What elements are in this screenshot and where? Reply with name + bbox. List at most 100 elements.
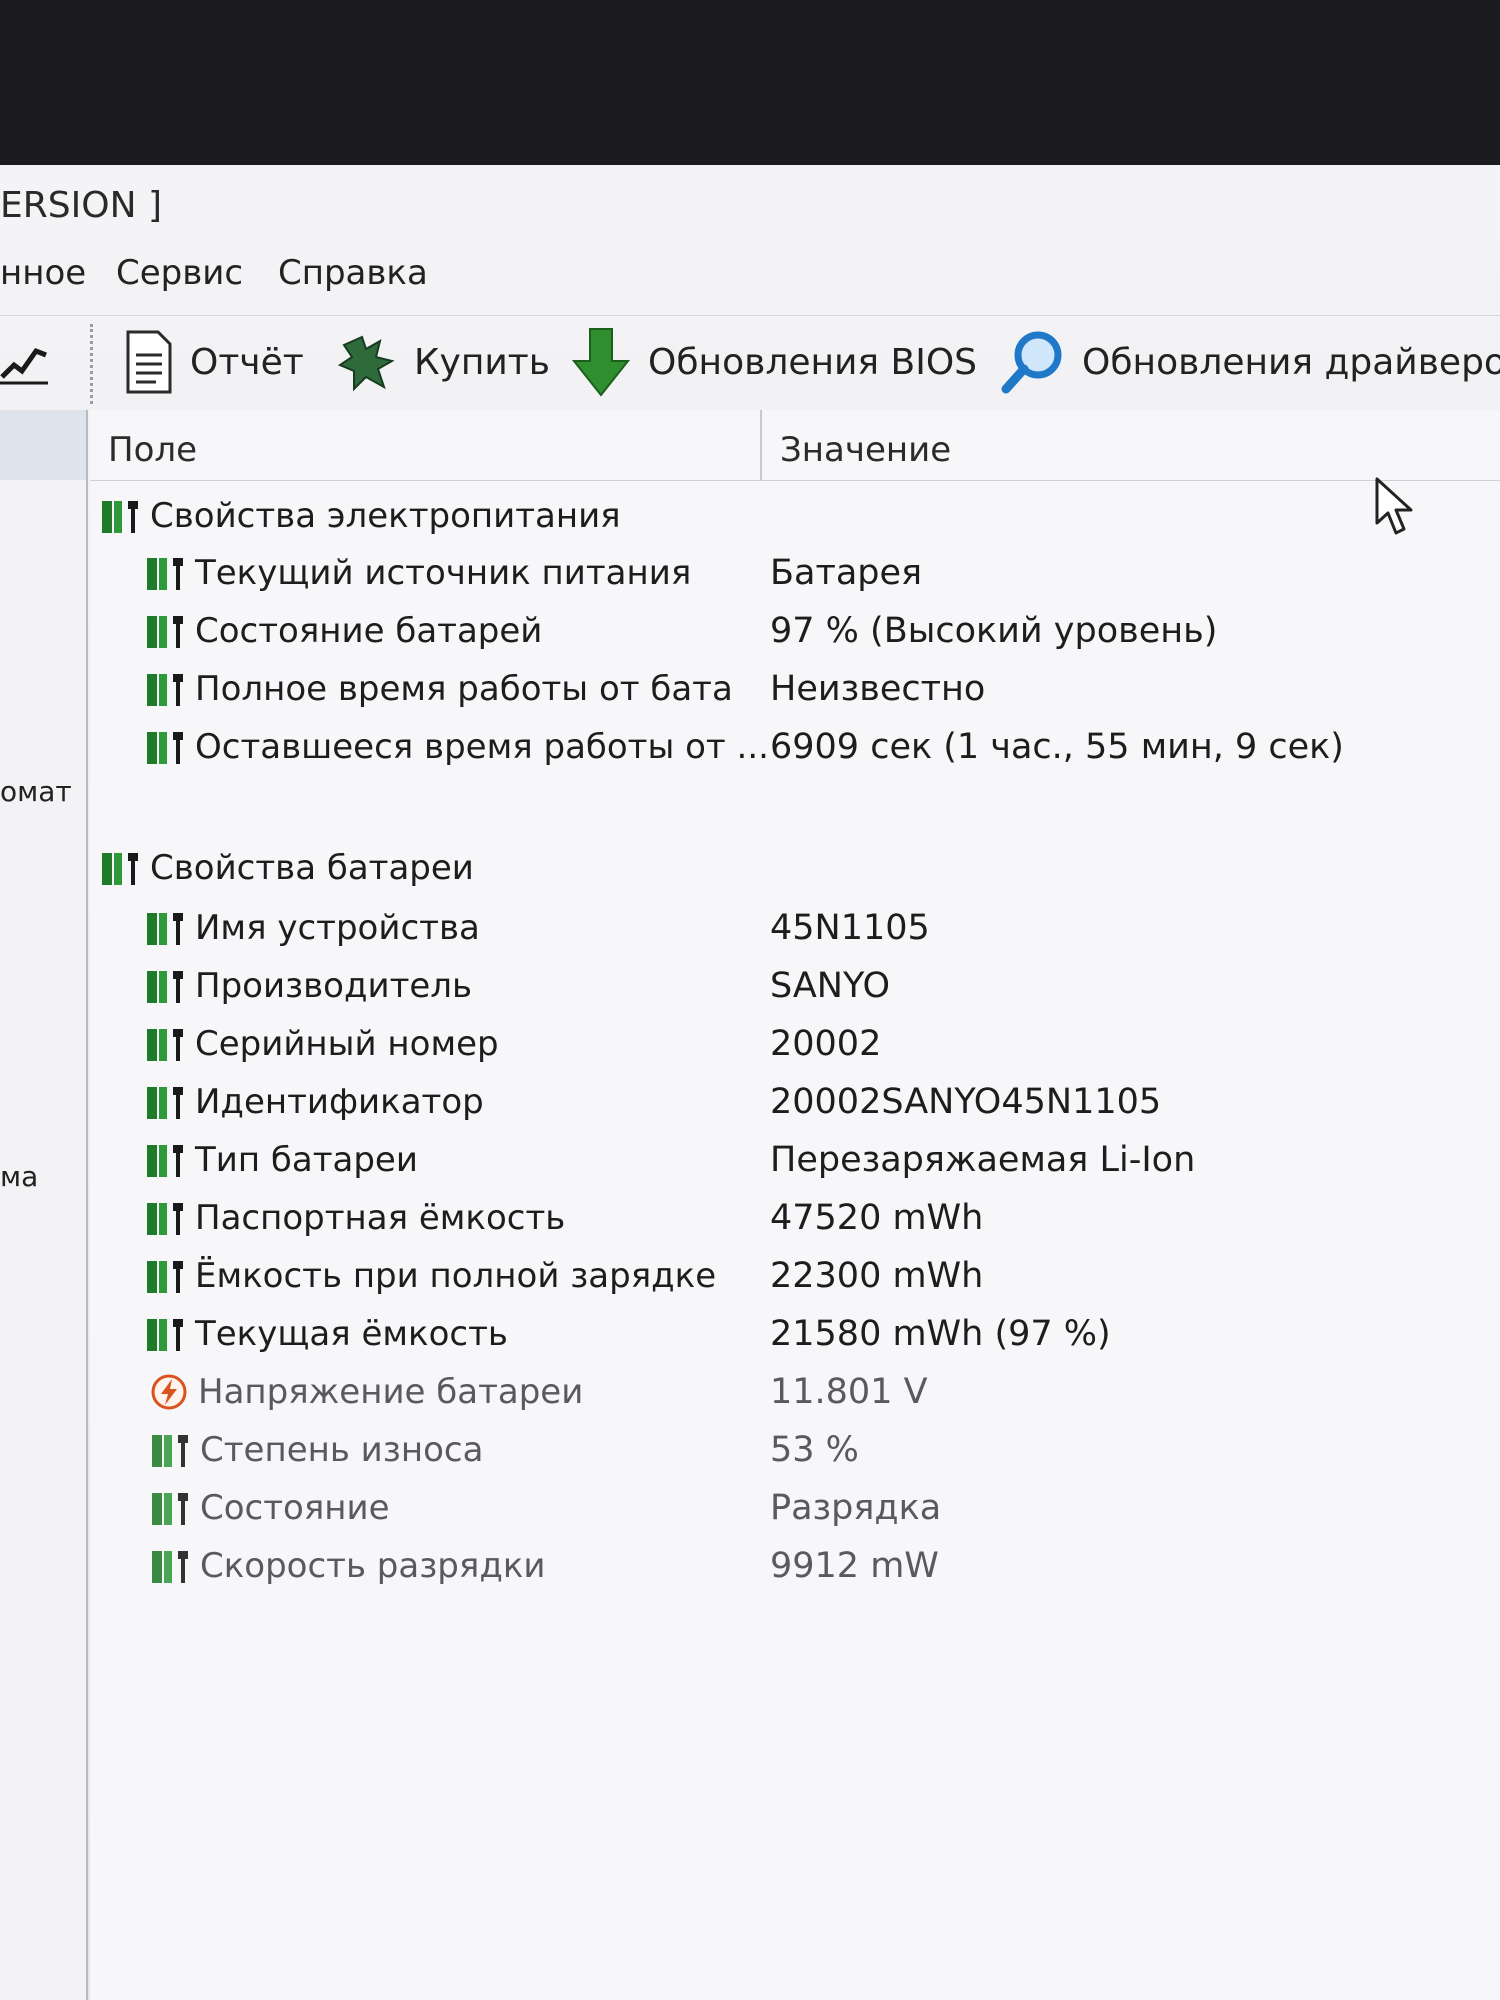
battery-plug-icon	[147, 674, 183, 706]
battery-plug-icon	[147, 913, 183, 945]
field-value: Разрядка	[770, 1488, 942, 1528]
table-row[interactable]: Имя устройства 45N1105	[90, 900, 1500, 956]
magnifier-icon	[1001, 331, 1062, 394]
battery-plug-icon	[102, 501, 138, 533]
group-title: Свойства батареи	[150, 848, 474, 888]
report-button[interactable]: Отчёт	[124, 316, 304, 408]
battery-plug-icon	[147, 616, 183, 648]
field-name: Производитель	[195, 966, 473, 1006]
window-title: ERSION ]	[0, 185, 162, 226]
table-row[interactable]: Скорость разрядки 9912 mW	[90, 1538, 1500, 1594]
group-power-properties[interactable]: Свойства электропитания	[90, 488, 1500, 544]
field-value: Неизвестно	[770, 669, 986, 709]
field-name: Текущий источник питания	[195, 553, 692, 593]
table-row[interactable]: Ёмкость при полной зарядке 22300 mWh	[90, 1248, 1500, 1304]
field-name: Оставшееся время работы от ...	[195, 727, 769, 767]
table-row[interactable]: Состояние Разрядка	[90, 1480, 1500, 1536]
table-row[interactable]: Паспортная ёмкость 47520 mWh	[90, 1190, 1500, 1246]
nav-selection	[0, 410, 86, 480]
nav-item-partial-1[interactable]: омат	[0, 775, 72, 808]
table-row[interactable]: Текущий источник питания Батарея	[90, 545, 1500, 601]
mouse-cursor-icon	[1375, 477, 1413, 535]
battery-plug-icon	[147, 732, 183, 764]
field-name: Полное время работы от бата	[195, 669, 733, 709]
battery-plug-icon	[147, 1261, 183, 1293]
table-row[interactable]: Тип батареи Перезаряжаемая Li-Ion	[90, 1132, 1500, 1188]
table-row[interactable]: Оставшееся время работы от ... 6909 сек …	[90, 719, 1500, 775]
bios-update-button[interactable]: Обновления BIOS	[570, 316, 977, 408]
field-name: Имя устройства	[195, 908, 480, 948]
group-battery-properties[interactable]: Свойства батареи	[90, 840, 1500, 896]
battery-plug-icon	[147, 1145, 183, 1177]
graph-button[interactable]	[0, 316, 50, 408]
column-value-header[interactable]: Значение	[780, 430, 951, 470]
battery-plug-icon	[152, 1435, 188, 1467]
puzzle-icon	[337, 335, 395, 392]
field-name: Текущая ёмкость	[195, 1314, 508, 1354]
field-name: Состояние батарей	[195, 611, 543, 651]
battery-plug-icon	[147, 558, 183, 590]
buy-button[interactable]: Купить	[336, 316, 550, 408]
column-field-header[interactable]: Поле	[108, 430, 197, 470]
field-value: Батарея	[770, 553, 923, 593]
field-name: Серийный номер	[195, 1024, 499, 1064]
table-row[interactable]: Текущая ёмкость 21580 mWh (97 %)	[90, 1306, 1500, 1362]
battery-plug-icon	[147, 971, 183, 1003]
menu-item-favorites[interactable]: нное	[0, 253, 86, 293]
voltage-icon	[151, 1374, 187, 1410]
battery-plug-icon	[147, 1087, 183, 1119]
field-name: Тип батареи	[195, 1140, 418, 1180]
field-value: 47520 mWh	[770, 1198, 984, 1238]
field-value: 20002SANYO45N1105	[770, 1082, 1162, 1122]
field-value: 11.801 V	[770, 1372, 928, 1412]
field-value: 45N1105	[770, 908, 930, 948]
table-row[interactable]: Производитель SANYO	[90, 958, 1500, 1014]
graph-icon	[0, 347, 48, 385]
battery-plug-icon	[102, 853, 138, 885]
table-header: Поле Значение	[90, 410, 1500, 481]
property-table: Поле Значение Свойства электропитания Те…	[90, 410, 1500, 2000]
document-icon	[126, 330, 172, 394]
table-row[interactable]: Состояние батарей 97 % (Высокий уровень)	[90, 603, 1500, 659]
report-label: Отчёт	[190, 341, 304, 383]
battery-plug-icon	[147, 1029, 183, 1061]
table-row[interactable]: Серийный номер 20002	[90, 1016, 1500, 1072]
battery-plug-icon	[152, 1551, 188, 1583]
toolbar: Отчёт Купить Обновления BIOS Обновления …	[0, 315, 1500, 408]
bios-update-label: Обновления BIOS	[648, 341, 978, 383]
field-name: Идентификатор	[195, 1082, 484, 1122]
field-name: Напряжение батареи	[198, 1372, 584, 1412]
group-title: Свойства электропитания	[150, 496, 621, 536]
field-value: 22300 mWh	[770, 1256, 984, 1296]
field-name: Скорость разрядки	[200, 1546, 546, 1586]
driver-update-label: Обновления драйверов	[1082, 341, 1500, 383]
field-value: 9912 mW	[770, 1546, 939, 1586]
menu-item-help[interactable]: Справка	[278, 253, 428, 293]
driver-update-button[interactable]: Обновления драйверов	[1000, 316, 1500, 408]
table-row[interactable]: Степень износа 53 %	[90, 1422, 1500, 1478]
battery-plug-icon	[147, 1319, 183, 1351]
field-value: 53 %	[770, 1430, 859, 1470]
battery-plug-icon	[152, 1493, 188, 1525]
field-value: Перезаряжаемая Li-Ion	[770, 1140, 1196, 1180]
field-name: Ёмкость при полной зарядке	[195, 1256, 717, 1296]
field-value: 97 % (Высокий уровень)	[770, 611, 1218, 651]
table-row[interactable]: Идентификатор 20002SANYO45N1105	[90, 1074, 1500, 1130]
buy-label: Купить	[414, 341, 550, 383]
table-row[interactable]: Напряжение батареи 11.801 V	[90, 1364, 1500, 1420]
column-divider[interactable]	[760, 410, 762, 480]
app-window: ERSION ] нное Сервис Справка Отчёт Купит…	[0, 165, 1500, 2000]
field-name: Состояние	[200, 1488, 390, 1528]
nav-item-partial-2[interactable]: ма	[0, 1160, 38, 1193]
field-value: 6909 сек (1 час., 55 мин, 9 сек)	[770, 727, 1344, 767]
table-row[interactable]: Полное время работы от бата Неизвестно	[90, 661, 1500, 717]
field-name: Паспортная ёмкость	[195, 1198, 566, 1238]
field-value: 21580 mWh (97 %)	[770, 1314, 1111, 1354]
menu-item-service[interactable]: Сервис	[116, 253, 243, 293]
battery-plug-icon	[147, 1203, 183, 1235]
field-value: SANYO	[770, 966, 891, 1006]
navigation-pane[interactable]: омат ма	[0, 410, 88, 2000]
field-name: Степень износа	[200, 1430, 484, 1470]
toolbar-separator	[90, 324, 93, 404]
download-arrow-icon	[571, 328, 631, 397]
